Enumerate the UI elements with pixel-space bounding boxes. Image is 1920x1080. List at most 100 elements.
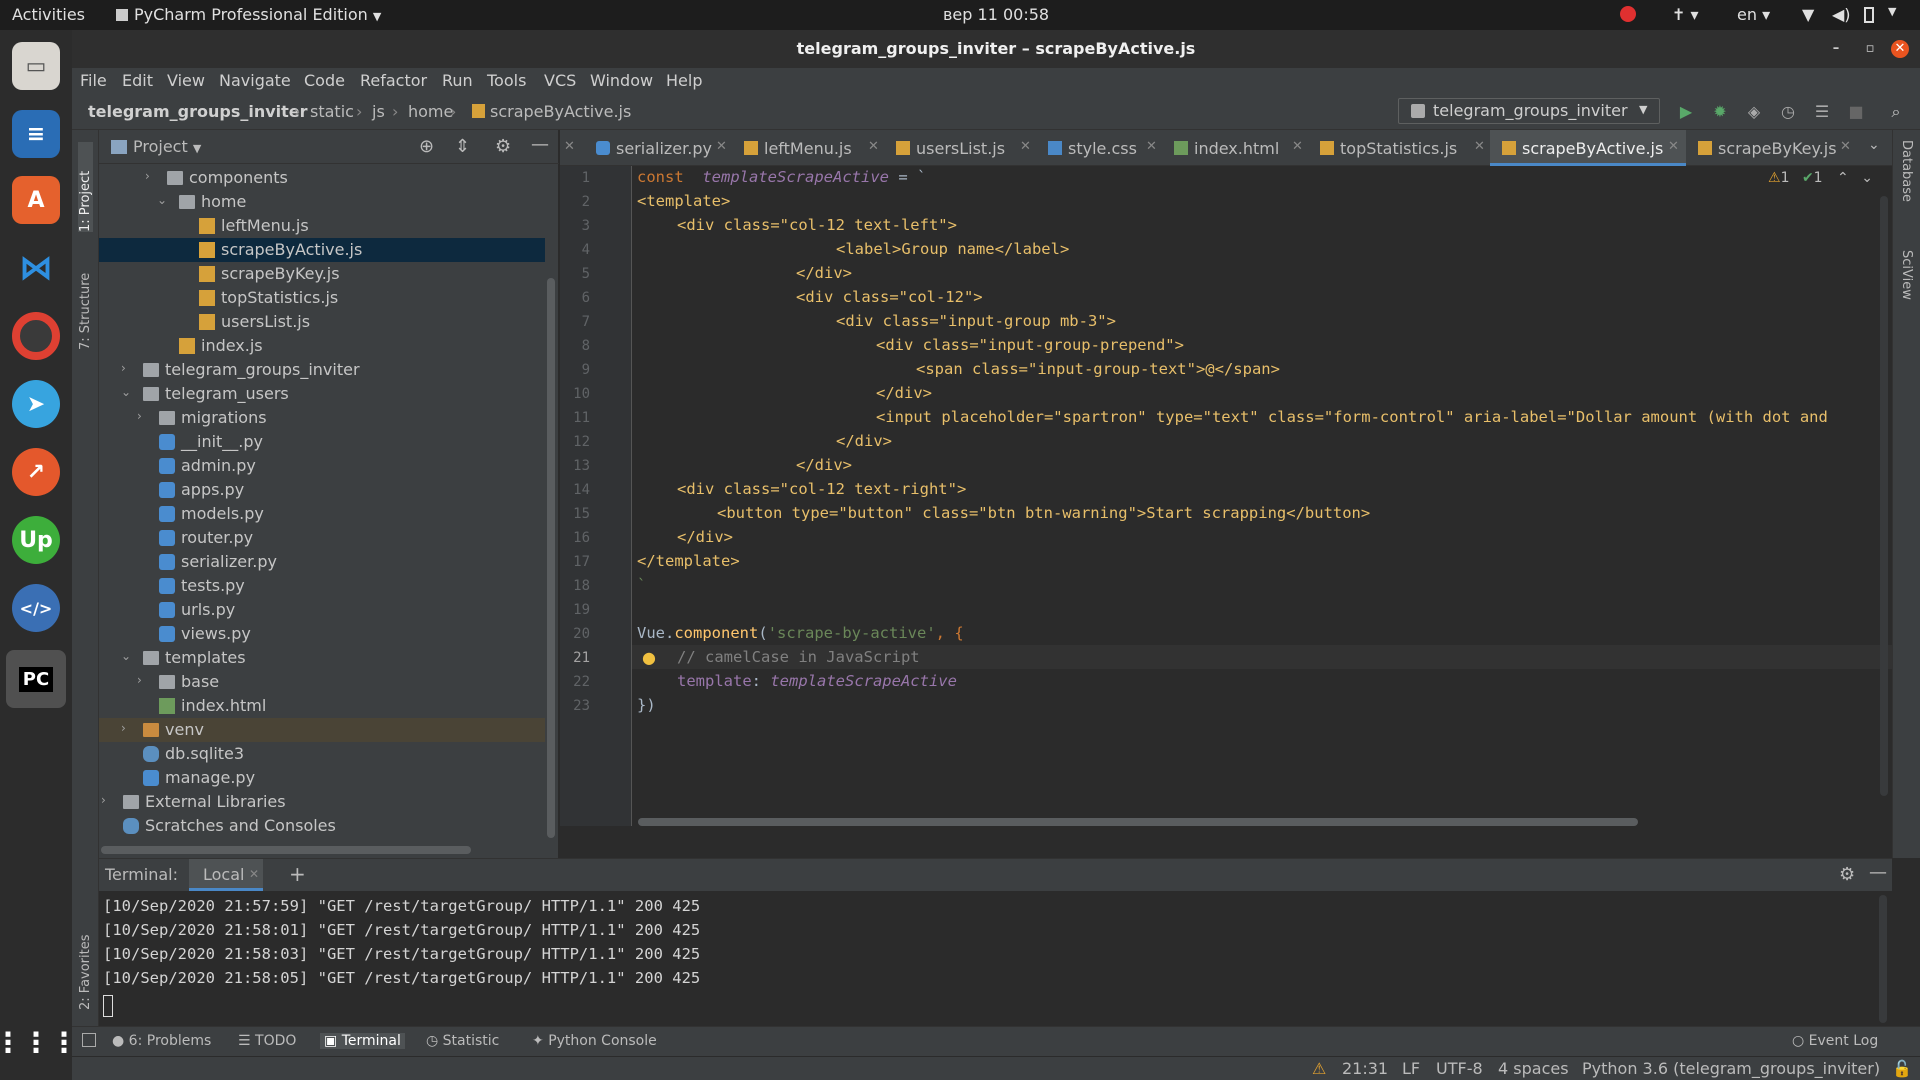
tree-item-userslist-js[interactable]: usersList.js bbox=[99, 310, 545, 334]
close-icon[interactable]: ✕ bbox=[716, 139, 727, 154]
close-icon[interactable]: ✕ bbox=[249, 867, 259, 881]
chrome-icon[interactable] bbox=[12, 312, 60, 360]
chevron-right-icon[interactable]: › bbox=[137, 673, 142, 687]
search-icon[interactable]: ⌕ bbox=[1886, 102, 1906, 122]
tab-serializer[interactable]: serializer.py ✕ bbox=[584, 130, 732, 166]
tree-item-router-py[interactable]: router.py bbox=[99, 526, 545, 550]
profile-icon[interactable]: ◷ bbox=[1778, 102, 1798, 122]
lock-icon[interactable]: 🔓 bbox=[1892, 1059, 1912, 1078]
terminal-cursor[interactable] bbox=[103, 995, 113, 1017]
activities-button[interactable]: Activities bbox=[12, 5, 85, 24]
close-icon[interactable]: ✕ bbox=[1292, 139, 1303, 154]
tree-item-venv[interactable]: › venv bbox=[99, 718, 545, 742]
breadcrumb-file[interactable]: scrapeByActive.js bbox=[472, 102, 631, 121]
vscode-icon[interactable]: ⋈ bbox=[12, 244, 60, 292]
hide-panel-icon[interactable]: — bbox=[1869, 862, 1887, 883]
pycharm-icon[interactable]: PC bbox=[6, 650, 66, 708]
tree-item-db-sqlite3[interactable]: db.sqlite3 bbox=[99, 742, 545, 766]
run-icon[interactable]: ▶ bbox=[1676, 102, 1696, 122]
structure-tool-button[interactable]: 7: Structure bbox=[78, 250, 93, 350]
tree-item-models-py[interactable]: models.py bbox=[99, 502, 545, 526]
editor-horizontal-scrollbar[interactable] bbox=[638, 818, 1638, 826]
tree-item-apps-py[interactable]: apps.py bbox=[99, 478, 545, 502]
tree-item-external-libraries[interactable]: › External Libraries bbox=[99, 790, 545, 814]
git-warning-icon[interactable]: ⚠ bbox=[1312, 1059, 1326, 1078]
close-icon[interactable]: ✕ bbox=[1891, 40, 1909, 58]
tab-leftmenu[interactable]: leftMenu.js ✕ bbox=[732, 130, 884, 166]
system-menu-chevron-icon[interactable]: ▼ bbox=[1888, 5, 1896, 18]
tab-scrapebyactive[interactable]: scrapeByActive.js ✕ bbox=[1490, 130, 1686, 166]
battery-icon[interactable] bbox=[1864, 7, 1874, 23]
coverage-icon[interactable]: ◈ bbox=[1744, 102, 1764, 122]
terminal-vertical-scrollbar[interactable] bbox=[1879, 895, 1887, 1023]
caret-position[interactable]: 21:31 bbox=[1342, 1059, 1388, 1078]
stop-icon[interactable]: ■ bbox=[1846, 102, 1866, 122]
tree-item-views-py[interactable]: views.py bbox=[99, 622, 545, 646]
close-icon[interactable]: ✕ bbox=[1020, 139, 1031, 154]
database-tool-button[interactable]: Database bbox=[1899, 140, 1914, 220]
tree-item-base[interactable]: › base bbox=[99, 670, 545, 694]
gear-icon[interactable]: ⚙ bbox=[1839, 864, 1855, 885]
tree-item-init-py[interactable]: __init__.py bbox=[99, 430, 545, 454]
run-configuration-select[interactable]: telegram_groups_inviter ▼ bbox=[1398, 98, 1660, 124]
files-icon[interactable]: ▭ bbox=[12, 42, 60, 90]
menu-edit[interactable]: Edit bbox=[122, 71, 153, 90]
menu-refactor[interactable]: Refactor bbox=[360, 71, 427, 90]
tree-item-admin-py[interactable]: admin.py bbox=[99, 454, 545, 478]
tree-item-telegram-groups-inviter[interactable]: › telegram_groups_inviter bbox=[99, 358, 545, 382]
menu-vcs[interactable]: VCS bbox=[544, 71, 576, 90]
sciview-tool-button[interactable]: SciView bbox=[1899, 250, 1914, 320]
tree-item-scrapebyactive-js[interactable]: scrapeByActive.js bbox=[99, 238, 545, 262]
accessibility-icon[interactable]: ✝ ▾ bbox=[1672, 5, 1699, 24]
python-console-tab[interactable]: ✦ Python Console bbox=[532, 1033, 657, 1049]
hide-panel-icon[interactable]: — bbox=[531, 134, 549, 155]
tree-item-leftmenu-js[interactable]: leftMenu.js bbox=[99, 214, 545, 238]
todo-tab[interactable]: ☰ TODO bbox=[238, 1033, 296, 1049]
concurrency-icon[interactable]: ☰ bbox=[1812, 102, 1832, 122]
tree-item-scrapebykey-js[interactable]: scrapeByKey.js bbox=[99, 262, 545, 286]
tree-item-manage-py[interactable]: manage.py bbox=[99, 766, 545, 790]
tree-item-index-js[interactable]: index.js bbox=[99, 334, 545, 358]
volume-icon[interactable]: ◀) bbox=[1832, 5, 1851, 24]
lightbulb-icon[interactable]: ● bbox=[642, 648, 656, 667]
close-icon[interactable]: ✕ bbox=[1146, 139, 1157, 154]
postman-icon[interactable]: ↗ bbox=[12, 448, 60, 496]
chevron-right-icon[interactable]: › bbox=[145, 169, 150, 183]
chevron-right-icon[interactable]: › bbox=[137, 409, 142, 423]
close-icon[interactable]: ✕ bbox=[1474, 139, 1485, 154]
tabs-overflow-chevron-icon[interactable]: ⌄ bbox=[1868, 137, 1880, 153]
menu-file[interactable]: File bbox=[80, 71, 107, 90]
chevron-right-icon[interactable]: › bbox=[121, 721, 126, 735]
software-center-icon[interactable]: A bbox=[12, 176, 60, 224]
next-highlight-icon[interactable]: ⌄ bbox=[1861, 170, 1873, 186]
problems-tab[interactable]: ● 6: Problems bbox=[112, 1033, 211, 1049]
indent-setting[interactable]: 4 spaces bbox=[1498, 1059, 1569, 1078]
keyboard-layout[interactable]: en ▾ bbox=[1737, 5, 1770, 24]
close-icon[interactable]: ✕ bbox=[1840, 139, 1851, 154]
menu-run[interactable]: Run bbox=[442, 71, 473, 90]
close-icon[interactable]: ✕ bbox=[564, 139, 575, 154]
tree-item-migrations[interactable]: › migrations bbox=[99, 406, 545, 430]
previous-highlight-icon[interactable]: ⌃ bbox=[1837, 170, 1849, 186]
tab-userslist[interactable]: usersList.js ✕ bbox=[884, 130, 1036, 166]
breadcrumb-static[interactable]: static bbox=[310, 102, 354, 121]
tree-item-telegram-users[interactable]: ⌄ telegram_users bbox=[99, 382, 545, 406]
project-tool-button[interactable]: 1: Project bbox=[78, 142, 93, 232]
file-encoding[interactable]: UTF-8 bbox=[1436, 1059, 1483, 1078]
tree-item-templates[interactable]: ⌄ templates bbox=[99, 646, 545, 670]
statistic-tab[interactable]: ◷ Statistic bbox=[426, 1033, 499, 1049]
line-separator[interactable]: LF bbox=[1402, 1059, 1420, 1078]
project-horizontal-scrollbar[interactable] bbox=[101, 846, 471, 854]
tree-item-home[interactable]: ⌄ home bbox=[99, 190, 545, 214]
menu-navigate[interactable]: Navigate bbox=[219, 71, 291, 90]
breadcrumb-home[interactable]: home bbox=[408, 102, 453, 121]
telegram-icon[interactable]: ➤ bbox=[12, 380, 60, 428]
libreoffice-writer-icon[interactable]: ≡ bbox=[12, 110, 60, 158]
tab-style-css[interactable]: style.css ✕ bbox=[1036, 130, 1162, 166]
menu-code[interactable]: Code bbox=[304, 71, 345, 90]
tree-item-scratches-and-consoles[interactable]: Scratches and Consoles bbox=[99, 814, 545, 838]
clock[interactable]: вер 11 00:58 bbox=[943, 5, 1049, 24]
tree-item-tests-py[interactable]: tests.py bbox=[99, 574, 545, 598]
chevron-down-icon[interactable]: ⌄ bbox=[157, 193, 167, 207]
chevron-down-icon[interactable]: ⌄ bbox=[121, 385, 131, 399]
